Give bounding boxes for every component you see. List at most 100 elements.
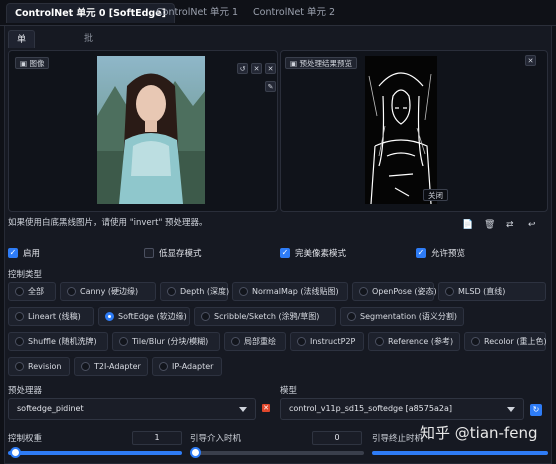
pixel-perfect-checkbox[interactable]: ✓ 完美像素模式 [280, 246, 346, 260]
radio-label: 局部重绘 [244, 337, 276, 346]
radio-ip-adapter[interactable]: IP-Adapter [152, 357, 222, 376]
radio-dot [231, 337, 240, 346]
radio-softedge[interactable]: SoftEdge (软边缘) [98, 307, 190, 326]
radio-label: Canny (硬边缘) [80, 287, 139, 296]
radio-canny[interactable]: Canny (硬边缘) [60, 282, 156, 301]
radio-dot [445, 287, 454, 296]
control-type-group: 全部 Canny (硬边缘) Depth (深度) NormalMap (法线贴… [8, 282, 548, 378]
allow-preview-checkbox[interactable]: ✓ 允许预览 [416, 246, 465, 260]
radio-label: Depth (深度) [180, 287, 230, 296]
radio-dot [119, 337, 128, 346]
control-weight-input[interactable]: 1 [132, 431, 182, 445]
radio-label: OpenPose (姿态) [372, 287, 437, 296]
start-step-label: 引导介入时机 [190, 434, 242, 444]
radio-label: Tile/Blur (分块/模糊) [132, 337, 209, 346]
control-weight-slider[interactable] [8, 451, 182, 455]
radio-instructp2p[interactable]: InstructP2P [290, 332, 364, 351]
radio-inpaint[interactable]: 局部重绘 [224, 332, 286, 351]
chevron-down-icon [507, 407, 515, 412]
radio-dot [297, 337, 306, 346]
run-preprocessor-icon[interactable]: ✕ [262, 404, 270, 412]
lowvram-checkbox[interactable]: 低显存模式 [144, 246, 202, 260]
close-preview-icon[interactable]: ✕ [525, 55, 536, 66]
controlnet-unit-tabs: ControlNet 单元 0 [SoftEdge] ControlNet 单元… [0, 0, 556, 26]
new-canvas-icon[interactable]: 📄 [462, 220, 473, 230]
model-value: control_v11p_sd15_softedge [a8575a2a] [289, 404, 452, 413]
radio-label: Recolor (重上色) [484, 337, 547, 346]
tab-unit-2[interactable]: ControlNet 单元 2 [245, 3, 343, 23]
radio-dot [239, 287, 248, 296]
preprocessor-value: softedge_pidinet [17, 404, 84, 413]
radio-dot [359, 287, 368, 296]
radio-label: MLSD (直线) [458, 287, 506, 296]
radio-dot [81, 362, 90, 371]
image-label-text: 图像 [29, 59, 45, 68]
radio-dot [15, 337, 24, 346]
image-label: ▣ 图像 [15, 57, 50, 69]
preprocessor-preview-label: ▣ 预处理结果预览 [285, 57, 357, 69]
preview-label-text: 预处理结果预览 [299, 59, 352, 68]
radio-mlsd[interactable]: MLSD (直线) [438, 282, 546, 301]
zhihu-watermark: 知乎 @tian-feng [420, 424, 538, 442]
preprocessor-label: 预处理器 [8, 386, 43, 396]
radio-recolor[interactable]: Recolor (重上色) [464, 332, 547, 351]
checkbox-label: 启用 [23, 249, 41, 259]
undo-icon[interactable]: ↺ [237, 63, 248, 74]
radio-dot [15, 287, 24, 296]
checkbox-box [144, 248, 154, 258]
radio-label: T2I-Adapter [94, 362, 141, 371]
radio-dot [159, 362, 168, 371]
end-step-slider[interactable] [372, 451, 548, 455]
radio-label: Segmentation (语义分割) [360, 312, 458, 321]
radio-dot [201, 312, 210, 321]
radio-dot [471, 337, 480, 346]
control-weight-label: 控制权重 [8, 434, 43, 444]
radio-label: SoftEdge (软边缘) [118, 312, 187, 321]
radio-reference[interactable]: Reference (参考) [368, 332, 460, 351]
input-image-area[interactable]: ▣ 图像 ↺ ✕ ✕ ✎ [8, 50, 278, 212]
radio-revision[interactable]: Revision [8, 357, 70, 376]
tab-single-image[interactable]: 单张图片 [8, 30, 36, 99]
radio-scribble[interactable]: Scribble/Sketch (涂鸦/草图) [194, 307, 336, 326]
radio-shuffle[interactable]: Shuffle (随机洗牌) [8, 332, 108, 351]
radio-t2i-adapter[interactable]: T2I-Adapter [74, 357, 148, 376]
close-preview-button[interactable]: 关闭 [423, 189, 448, 201]
radio-tile-blur[interactable]: Tile/Blur (分块/模糊) [112, 332, 220, 351]
checkbox-label: 低显存模式 [159, 249, 202, 259]
radio-all[interactable]: 全部 [8, 282, 56, 301]
preview-image-area[interactable]: ▣ 预处理结果预览 ✕ 关闭 [280, 50, 548, 212]
radio-lineart[interactable]: Lineart (线稿) [8, 307, 94, 326]
radio-label: Lineart (线稿) [28, 312, 81, 321]
clear-icon[interactable]: ✕ [251, 63, 262, 74]
radio-label: NormalMap (法线贴图) [252, 287, 339, 296]
tab-batch[interactable]: 批量处理 [76, 30, 101, 98]
radio-segmentation[interactable]: Segmentation (语义分割) [340, 307, 464, 326]
radio-depth[interactable]: Depth (深度) [160, 282, 230, 301]
radio-openpose[interactable]: OpenPose (姿态) [352, 282, 437, 301]
edit-icon[interactable]: ✎ [265, 81, 276, 92]
enable-checkbox[interactable]: ✓ 启用 [8, 246, 40, 260]
radio-dot [15, 312, 24, 321]
radio-label: IP-Adapter [172, 362, 214, 371]
start-step-thumb[interactable] [190, 447, 201, 458]
preprocessor-select[interactable]: softedge_pidinet [8, 398, 256, 420]
radio-label: Scribble/Sketch (涂鸦/草图) [214, 312, 320, 321]
model-select[interactable]: control_v11p_sd15_softedge [a8575a2a] [280, 398, 524, 420]
refresh-icon[interactable]: ↻ [530, 404, 542, 416]
radio-dot [347, 312, 356, 321]
radio-dot [15, 362, 24, 371]
checkbox-check-icon: ✓ [280, 248, 290, 258]
start-step-input[interactable]: 0 [312, 431, 362, 445]
swap-icon[interactable]: ⇄ [506, 220, 514, 230]
radio-dot [67, 287, 76, 296]
send-dimensions-icon[interactable]: ↩ [528, 220, 536, 230]
checkbox-check-icon: ✓ [8, 248, 18, 258]
close-icon[interactable]: ✕ [265, 63, 276, 74]
control-weight-thumb[interactable] [10, 447, 21, 458]
radio-dot [167, 287, 176, 296]
tab-unit-1[interactable]: ControlNet 单元 1 [148, 3, 246, 23]
trash-icon[interactable]: 🗑 [484, 220, 495, 230]
radio-label: Revision [28, 362, 62, 371]
start-step-slider[interactable] [190, 451, 364, 455]
radio-normalmap[interactable]: NormalMap (法线贴图) [232, 282, 348, 301]
